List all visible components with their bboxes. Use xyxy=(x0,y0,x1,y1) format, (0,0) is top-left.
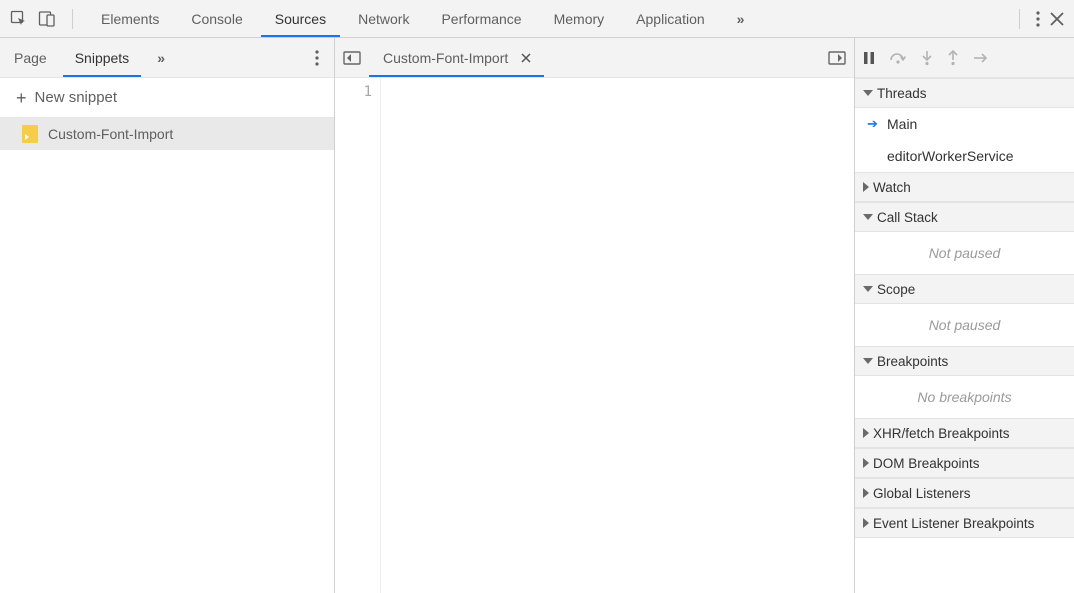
section-label: DOM Breakpoints xyxy=(873,456,980,471)
kebab-menu-icon[interactable] xyxy=(1036,11,1040,27)
section-label: XHR/fetch Breakpoints xyxy=(873,426,1010,441)
editor-tabbar: Custom-Font-Import xyxy=(335,38,854,78)
chevron-down-icon xyxy=(863,358,873,364)
tab-memory[interactable]: Memory xyxy=(538,0,621,37)
scope-placeholder: Not paused xyxy=(855,304,1074,346)
inspect-element-icon[interactable] xyxy=(10,10,28,28)
tab-performance[interactable]: Performance xyxy=(425,0,537,37)
new-snippet-button[interactable]: + New snippet xyxy=(0,78,334,118)
active-thread-arrow-icon: ➔ xyxy=(867,116,879,132)
navigator-panel: Page Snippets » + New snippet Custom-Fon… xyxy=(0,38,335,593)
callstack-placeholder: Not paused xyxy=(855,232,1074,274)
thread-label: editorWorkerService xyxy=(887,148,1014,164)
section-scope[interactable]: Scope xyxy=(855,274,1074,304)
chevron-down-icon xyxy=(863,214,873,220)
threads-body: ➔ Main editorWorkerService xyxy=(855,108,1074,172)
tab-network[interactable]: Network xyxy=(342,0,425,37)
snippet-file-icon xyxy=(22,125,38,143)
chevron-right-icon xyxy=(863,458,869,468)
step-over-icon[interactable] xyxy=(889,51,907,65)
subtabs-overflow-icon[interactable]: » xyxy=(143,38,179,77)
section-label: Breakpoints xyxy=(877,354,948,369)
section-breakpoints[interactable]: Breakpoints xyxy=(855,346,1074,376)
devtools-topbar: Elements Console Sources Network Perform… xyxy=(0,0,1074,38)
section-xhr[interactable]: XHR/fetch Breakpoints xyxy=(855,418,1074,448)
section-label: Call Stack xyxy=(877,210,938,225)
toggle-device-icon[interactable] xyxy=(38,10,56,28)
close-devtools-icon[interactable] xyxy=(1050,12,1064,26)
section-label: Event Listener Breakpoints xyxy=(873,516,1034,531)
plus-icon: + xyxy=(16,89,27,107)
thread-label: Main xyxy=(887,116,917,132)
thread-row-main[interactable]: ➔ Main xyxy=(855,108,1074,140)
pause-icon[interactable] xyxy=(863,51,875,65)
step-icon[interactable] xyxy=(973,51,989,65)
debug-toolbar xyxy=(855,38,1074,78)
editor-tab[interactable]: Custom-Font-Import xyxy=(369,38,544,77)
section-dom[interactable]: DOM Breakpoints xyxy=(855,448,1074,478)
subtab-page[interactable]: Page xyxy=(0,38,61,77)
chevron-right-icon xyxy=(863,182,869,192)
section-label: Scope xyxy=(877,282,915,297)
chevron-right-icon xyxy=(863,488,869,498)
step-out-icon[interactable] xyxy=(947,50,959,66)
chevron-down-icon xyxy=(863,90,873,96)
divider xyxy=(72,9,73,29)
tab-console[interactable]: Console xyxy=(175,0,258,37)
code-area[interactable] xyxy=(381,78,854,593)
thread-row-worker[interactable]: editorWorkerService xyxy=(855,140,1074,172)
breakpoints-placeholder: No breakpoints xyxy=(855,376,1074,418)
step-into-icon[interactable] xyxy=(921,50,933,66)
editor-body[interactable]: 1 xyxy=(335,78,854,593)
close-tab-icon[interactable] xyxy=(518,50,534,66)
snippet-item[interactable]: Custom-Font-Import xyxy=(0,118,334,150)
section-label: Global Listeners xyxy=(873,486,971,501)
chevron-right-icon xyxy=(863,428,869,438)
snippet-item-label: Custom-Font-Import xyxy=(48,126,173,142)
section-event[interactable]: Event Listener Breakpoints xyxy=(855,508,1074,538)
navigator-subtabs: Page Snippets » xyxy=(0,38,334,78)
new-snippet-label: New snippet xyxy=(35,89,118,106)
editor-panel: Custom-Font-Import 1 xyxy=(335,38,854,593)
topbar-right xyxy=(1013,0,1074,37)
show-debugger-icon[interactable] xyxy=(820,38,854,77)
section-callstack[interactable]: Call Stack xyxy=(855,202,1074,232)
section-global[interactable]: Global Listeners xyxy=(855,478,1074,508)
tab-sources[interactable]: Sources xyxy=(259,0,342,37)
main-area: Page Snippets » + New snippet Custom-Fon… xyxy=(0,38,1074,593)
section-watch[interactable]: Watch xyxy=(855,172,1074,202)
debugger-panel: Threads ➔ Main editorWorkerService Watch… xyxy=(854,38,1074,593)
navigator-kebab-icon[interactable] xyxy=(300,38,334,77)
tabs-overflow-icon[interactable]: » xyxy=(721,0,761,37)
line-gutter: 1 xyxy=(335,78,381,593)
snippet-list: Custom-Font-Import xyxy=(0,118,334,593)
tab-application[interactable]: Application xyxy=(620,0,721,37)
section-label: Threads xyxy=(877,86,927,101)
section-threads[interactable]: Threads xyxy=(855,78,1074,108)
chevron-right-icon xyxy=(863,518,869,528)
tab-elements[interactable]: Elements xyxy=(85,0,175,37)
show-navigator-icon[interactable] xyxy=(335,38,369,77)
divider xyxy=(1019,9,1020,29)
topbar-left xyxy=(0,0,85,37)
editor-tab-label: Custom-Font-Import xyxy=(383,50,508,66)
subtab-snippets[interactable]: Snippets xyxy=(61,38,143,77)
section-label: Watch xyxy=(873,180,911,195)
chevron-down-icon xyxy=(863,286,873,292)
main-tabs: Elements Console Sources Network Perform… xyxy=(85,0,1013,37)
